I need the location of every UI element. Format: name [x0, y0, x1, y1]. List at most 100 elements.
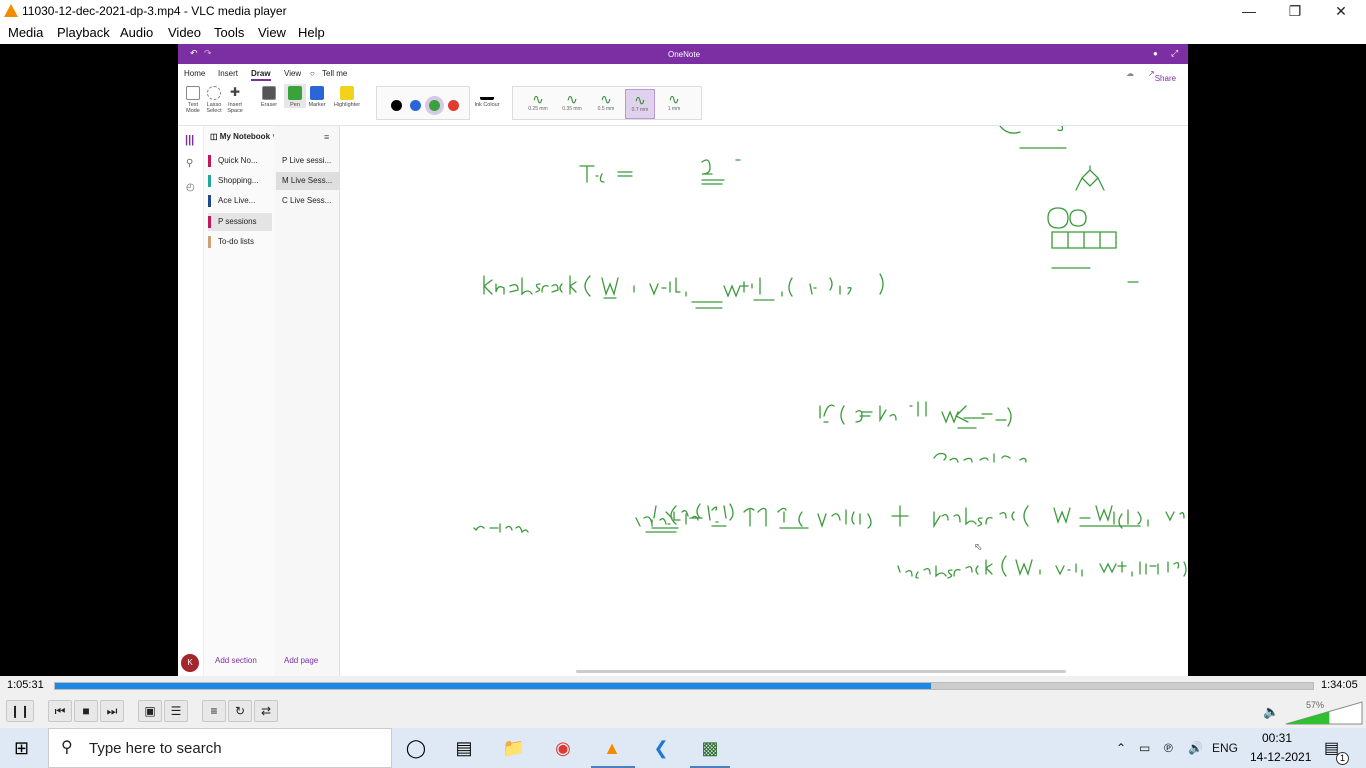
tab-draw[interactable]: Draw [251, 69, 271, 81]
tab-view[interactable]: View [284, 69, 301, 78]
ink-drawing [473, 125, 1187, 579]
section-shopping[interactable]: Shopping... [208, 172, 272, 190]
ink-colour-button[interactable]: Ink Colour [474, 84, 500, 108]
lasso-select-tool[interactable]: Lasso Select [203, 84, 225, 114]
loop-button[interactable]: ↻ [228, 700, 252, 722]
clock-time[interactable]: 00:31 [1262, 731, 1292, 745]
fullscreen-button[interactable]: ▣ [138, 700, 162, 722]
seek-bar[interactable] [54, 682, 1314, 690]
text-mode-tool[interactable]: Text Mode [182, 84, 204, 114]
volume-tray-icon[interactable]: 🔊 [1188, 741, 1203, 755]
recent-icon[interactable]: ◴ [186, 182, 195, 193]
sync-icon: ☁ [1126, 69, 1134, 78]
pause-button[interactable]: ❙❙ [6, 700, 34, 722]
thickness-label: 1 mm [667, 106, 681, 112]
sort-icon[interactable]: ≡ [324, 132, 329, 142]
vlc-title-bar: 11030-12-dec-2021-dp-3.mp4 - VLC media p… [0, 0, 1366, 22]
note-canvas[interactable]: ⬁ [340, 125, 1188, 676]
ink-top-right [999, 125, 1067, 149]
chrome-icon[interactable]: ◉ [551, 736, 575, 760]
section-quick-notes[interactable]: Quick No... [208, 152, 272, 170]
section-ace-live[interactable]: Ace Live... [208, 192, 272, 210]
clock-date[interactable]: 14-12-2021 [1250, 750, 1311, 764]
highlighter-icon [340, 86, 354, 100]
pen-tool[interactable]: Pen [284, 84, 306, 108]
taskbar-search[interactable]: ⚲ Type here to search [48, 728, 392, 768]
thickness-1[interactable]: ∿ 1 mm [659, 89, 689, 119]
shuffle-button[interactable]: ⇄ [254, 700, 278, 722]
share-button[interactable]: ↗ Share [1148, 69, 1176, 83]
section-label: To-do lists [218, 237, 255, 246]
menu-help[interactable]: Help [298, 25, 325, 40]
volume-slider[interactable]: 57% [1284, 700, 1364, 726]
page-p-live[interactable]: P Live sessi... [276, 152, 340, 170]
menu-tools[interactable]: Tools [214, 25, 244, 40]
section-color-bar [208, 236, 211, 248]
elapsed-time: 1:05:31 [7, 679, 44, 691]
notebook-name: My Notebook [219, 132, 271, 141]
thickness-0-5[interactable]: ∿ 0.5 mm [591, 89, 621, 119]
onenote-window: ↶ ↷ OneNote ● ⤢ Home Insert Draw View ○ … [178, 44, 1188, 676]
add-page-button[interactable]: Add page [284, 656, 318, 665]
notification-count: 1 [1336, 752, 1349, 765]
thickness-0-35[interactable]: ∿ 0.35 mm [557, 89, 587, 119]
menu-video[interactable]: Video [168, 25, 201, 40]
file-explorer-icon[interactable]: 📁 [502, 736, 526, 760]
marker-label: Marker [308, 102, 326, 108]
add-section-button[interactable]: Add section [215, 656, 257, 665]
thickness-0-7[interactable]: ∿ 0.7 mm [625, 89, 655, 119]
section-p-sessions[interactable]: P sessions [208, 213, 272, 231]
color-swatches [376, 86, 470, 120]
chevron-up-icon[interactable]: ⌃ [1116, 741, 1126, 755]
ink-colour-label: Ink Colour [474, 102, 500, 108]
ink-base-case [819, 401, 1012, 429]
insert-space-icon: ✚ [229, 85, 241, 99]
maximize-button[interactable]: ❐ [1272, 0, 1318, 22]
playlist-button[interactable]: ≡ [202, 700, 226, 722]
battery-icon[interactable]: ▭ [1139, 741, 1150, 755]
tab-tell-me[interactable]: Tell me [322, 69, 347, 78]
insert-space-label: Insert Space [227, 102, 243, 114]
color-swatch-blue[interactable] [410, 100, 421, 111]
menu-view[interactable]: View [258, 25, 286, 40]
onenote-title-bar: ↶ ↷ OneNote ● ⤢ [178, 44, 1188, 64]
task-view-icon[interactable]: ▤ [452, 736, 476, 760]
search-icon[interactable]: ⚲ [186, 158, 193, 169]
color-swatch-red[interactable] [448, 100, 459, 111]
minimize-button[interactable]: — [1226, 0, 1272, 22]
color-swatch-green[interactable] [429, 100, 440, 111]
page-m-live[interactable]: M Live Sess... [276, 172, 340, 190]
highlighter-tool[interactable]: Highlighter [332, 84, 362, 108]
menu-playback[interactable]: Playback [57, 25, 110, 40]
eraser-tool[interactable]: Eraser [258, 84, 280, 108]
playback-controls: ❙❙ ⏮ ■ ⏭ ▣ ☰ ≡ ↻ ⇄ 🔈 [0, 696, 1366, 728]
previous-button[interactable]: ⏮ [48, 700, 72, 722]
menu-media[interactable]: Media [8, 25, 43, 40]
stop-button[interactable]: ■ [74, 700, 98, 722]
notebooks-icon[interactable]: ||| [185, 134, 194, 146]
tab-home[interactable]: Home [184, 69, 205, 78]
close-button[interactable]: ✕ [1318, 0, 1364, 22]
avatar[interactable]: K [181, 654, 199, 672]
wifi-icon[interactable]: ℗ [1164, 741, 1173, 755]
section-todo[interactable]: To-do lists [208, 233, 272, 251]
horizontal-scrollbar[interactable] [576, 670, 1066, 673]
thickness-0-25[interactable]: ∿ 0.25 mm [523, 89, 553, 119]
cortana-icon[interactable]: ◯ [404, 736, 428, 760]
search-icon: ⚲ [61, 739, 73, 756]
terminal-icon[interactable]: ▩ [698, 736, 722, 760]
insert-space-tool[interactable]: ✚ Insert Space [224, 84, 246, 114]
marker-tool[interactable]: Marker [306, 84, 328, 108]
page-c-live[interactable]: C Live Sess... [276, 192, 340, 210]
vscode-icon[interactable]: ❮ [649, 736, 673, 760]
extended-settings-button[interactable]: ☰ [164, 700, 188, 722]
windows-start-icon[interactable]: ⊞ [14, 738, 29, 759]
next-button[interactable]: ⏭ [100, 700, 124, 722]
language-indicator[interactable]: ENG [1212, 741, 1238, 755]
menu-audio[interactable]: Audio [120, 25, 153, 40]
ink-exclude-call [897, 555, 1187, 579]
color-swatch-black[interactable] [391, 100, 402, 111]
tab-insert[interactable]: Insert [218, 69, 238, 78]
vlc-taskbar-icon[interactable]: ▲ [600, 736, 624, 760]
speaker-icon[interactable]: 🔈 [1263, 704, 1279, 720]
